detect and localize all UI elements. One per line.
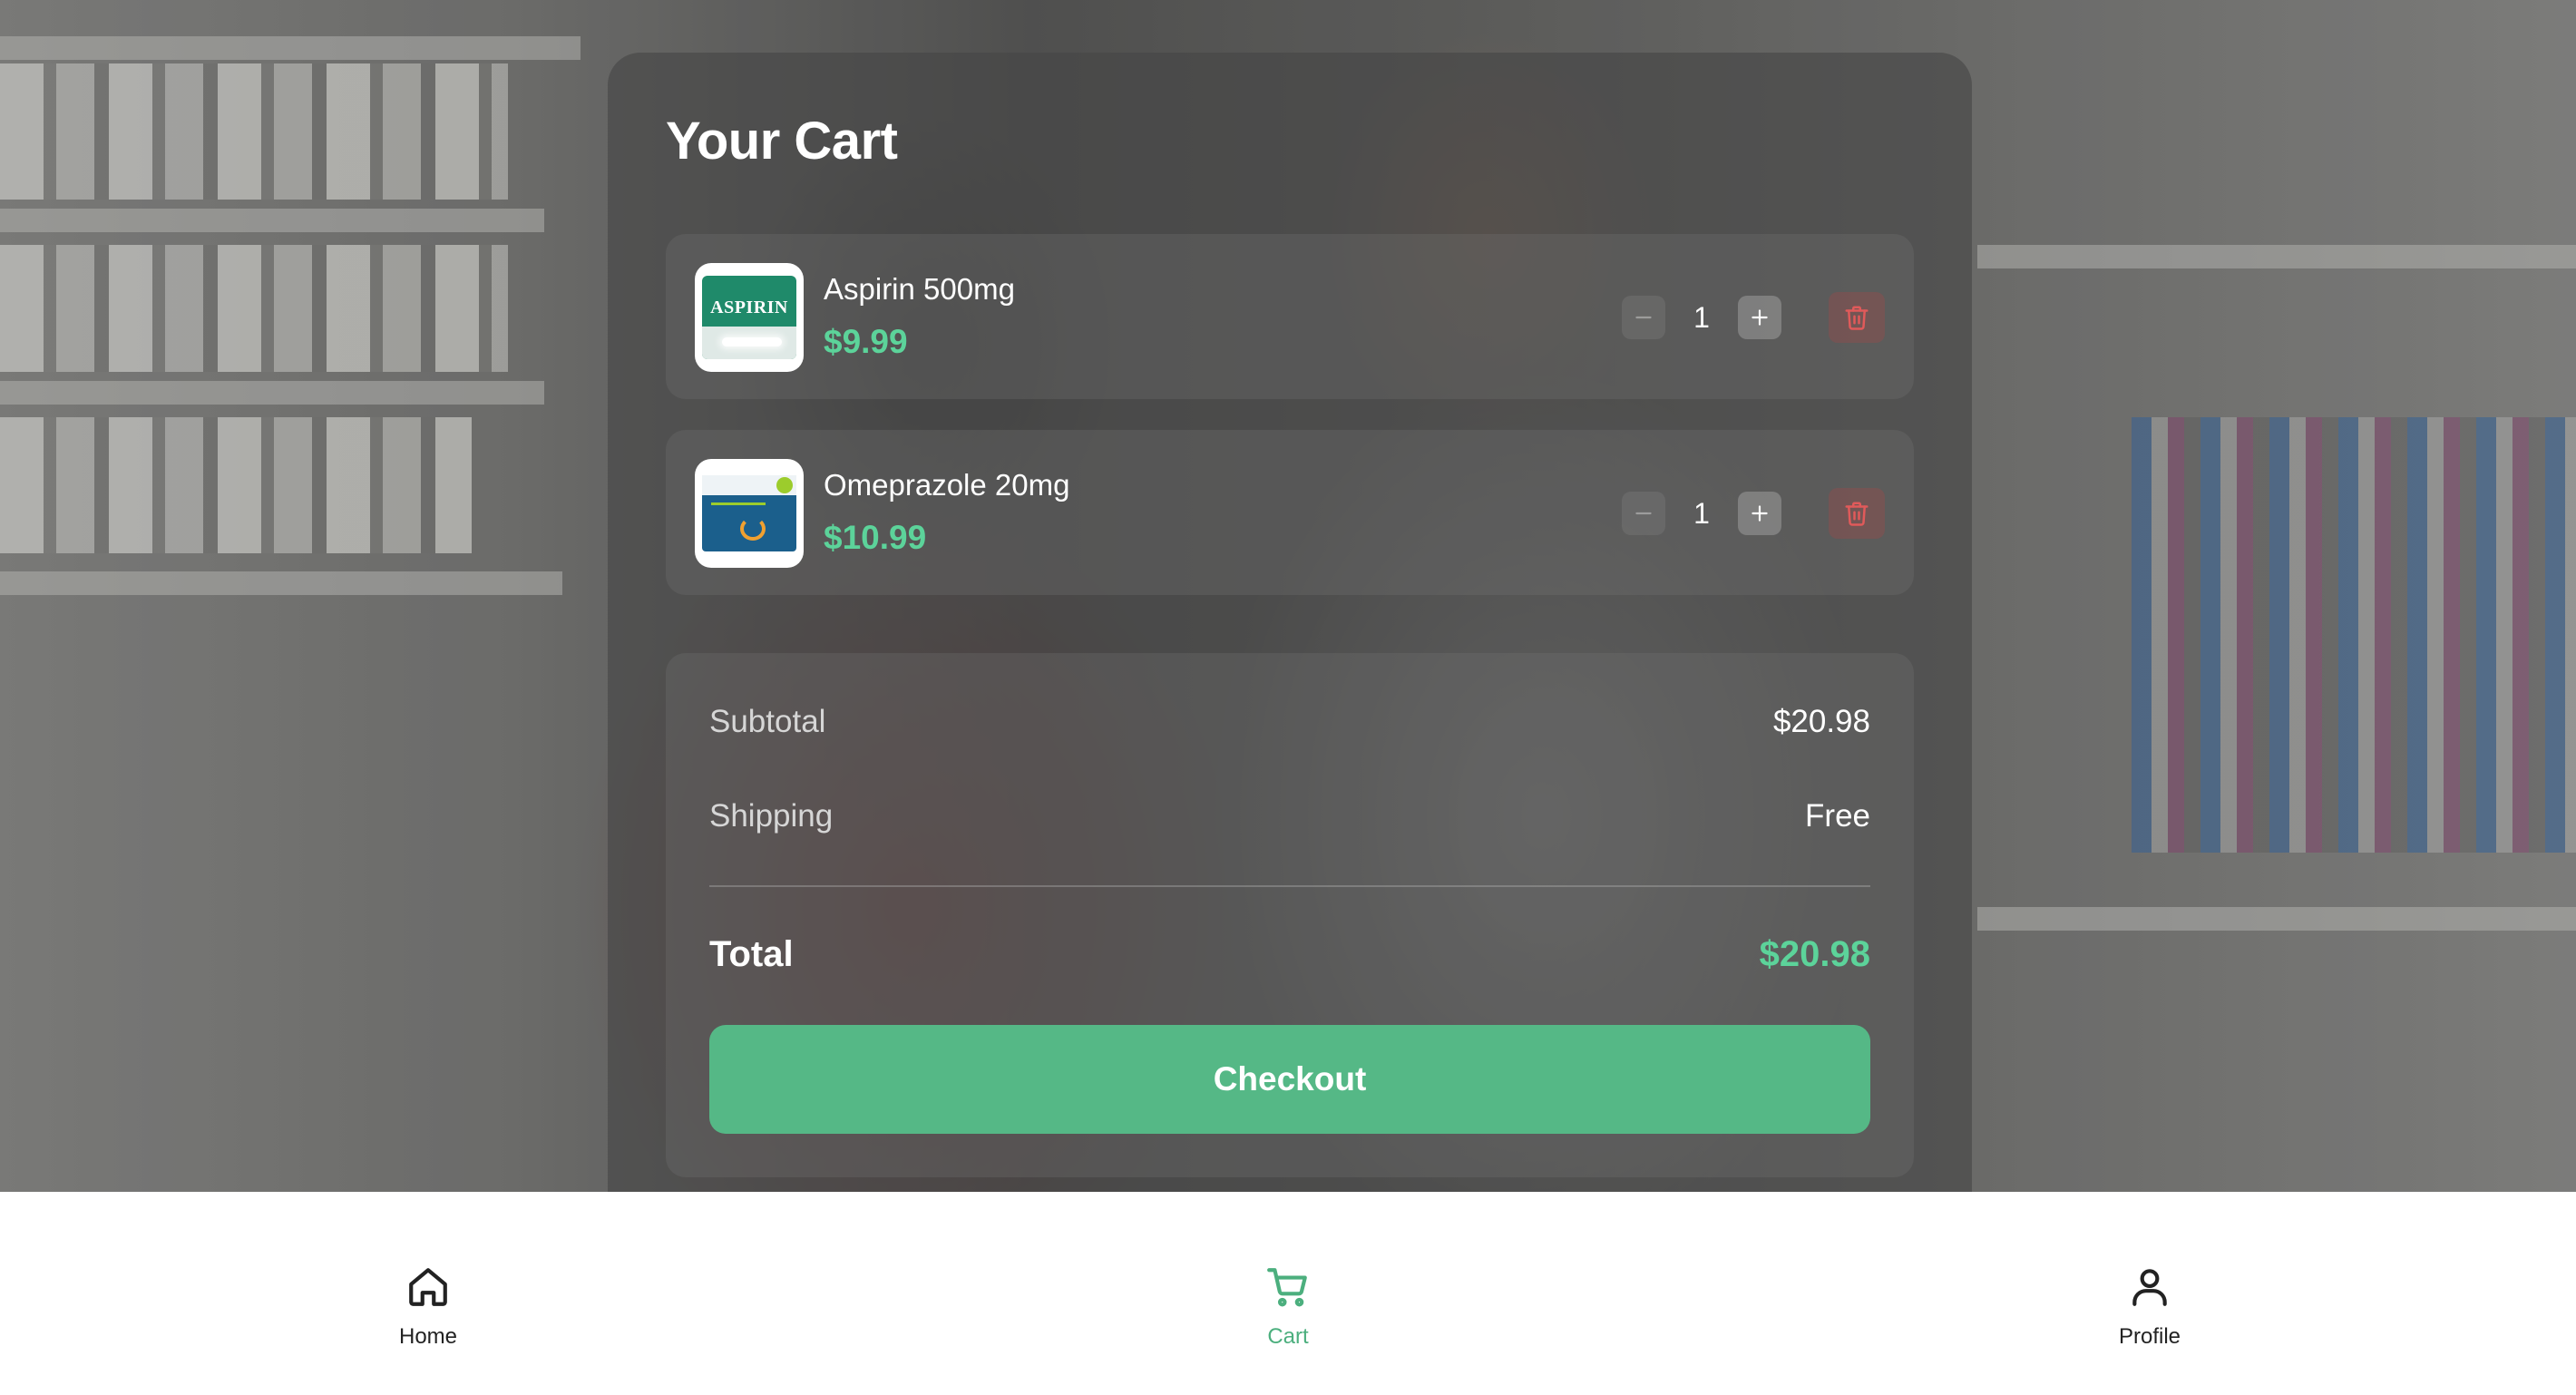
shipping-label: Shipping: [709, 798, 834, 834]
page-title: Your Cart: [666, 112, 898, 171]
nav-label-profile: Profile: [2118, 1324, 2181, 1349]
subtotal-label: Subtotal: [709, 704, 826, 739]
aspirin-package-image: ASPIRIN: [695, 263, 804, 372]
nav-item-cart[interactable]: Cart: [1152, 1192, 1424, 1395]
item-price: $9.99: [824, 323, 908, 360]
item-name: Omeprazole 20mg: [824, 468, 1070, 502]
increase-quantity-button[interactable]: [1738, 492, 1781, 535]
trash-icon: [1845, 306, 1869, 330]
plus-icon: [1751, 505, 1768, 522]
subtotal-value: $20.98: [1772, 704, 1870, 739]
item-name: Aspirin 500mg: [824, 272, 1015, 306]
nav-item-home[interactable]: Home: [292, 1192, 564, 1395]
item-price: $10.99: [824, 519, 927, 556]
increase-quantity-button[interactable]: [1738, 296, 1781, 339]
minus-icon: [1635, 316, 1652, 319]
nav-label-home: Home: [398, 1324, 458, 1349]
decrease-quantity-button[interactable]: [1622, 296, 1665, 339]
package-brand-text: ASPIRIN: [710, 298, 788, 317]
total-value: $20.98: [1759, 934, 1870, 974]
minus-icon: [1635, 512, 1652, 515]
bottom-nav: Home Cart Profile: [0, 1192, 2576, 1395]
nav-label-cart: Cart: [1267, 1324, 1309, 1349]
shipping-value: Free: [1805, 798, 1870, 834]
summary-divider: [709, 885, 1870, 887]
quantity-value: 1: [1693, 496, 1710, 530]
decrease-quantity-button[interactable]: [1622, 492, 1665, 535]
cart-item: ASPIRIN Aspirin 500mg $9.99 1: [666, 234, 1914, 399]
quantity-value: 1: [1693, 300, 1710, 334]
order-summary: Subtotal $20.98 Shipping Free Total $20.…: [666, 653, 1914, 1177]
trash-icon: [1845, 502, 1869, 526]
plus-icon: [1751, 309, 1768, 326]
omeprazole-package-image: [695, 459, 804, 568]
nav-item-profile[interactable]: Profile: [2014, 1192, 2286, 1395]
checkout-button[interactable]: Checkout: [709, 1025, 1870, 1134]
home-icon: [409, 1268, 447, 1306]
profile-icon: [2132, 1269, 2167, 1306]
remove-item-button[interactable]: [1829, 488, 1885, 539]
cart-item: Omeprazole 20mg $10.99 1: [666, 430, 1914, 595]
cart-icon: [1267, 1268, 1307, 1307]
remove-item-button[interactable]: [1829, 292, 1885, 343]
total-label: Total: [709, 934, 794, 974]
